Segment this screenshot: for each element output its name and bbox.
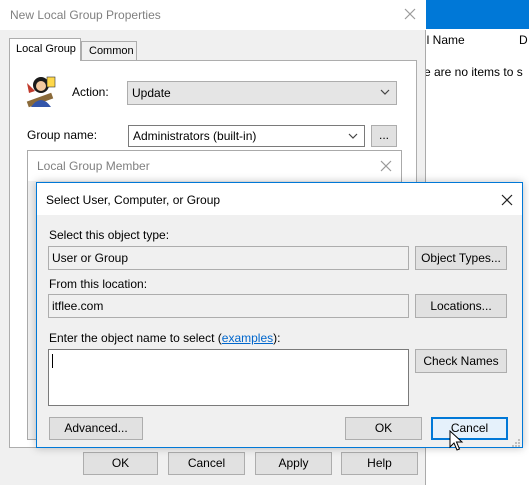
chevron-down-icon [380,89,390,95]
mouse-pointer-icon [449,429,465,452]
group-name-combobox[interactable]: Administrators (built-in) [128,125,365,147]
action-value: Update [132,86,171,100]
group-policy-item-icon [21,71,61,111]
select-user-dialog: Select User, Computer, or Group Select t… [36,182,523,448]
object-name-label: Enter the object name to select (example… [49,331,280,345]
location-label: From this location: [49,277,148,291]
dialog-title: New Local Group Properties [10,8,161,22]
resize-grip-icon[interactable] [511,437,521,447]
object-type-field: User or Group [48,246,409,270]
object-type-label: Select this object type: [49,228,170,242]
action-label: Action: [72,85,109,99]
column-header-d[interactable]: D [519,33,528,47]
locations-button[interactable]: Locations... [415,294,507,318]
object-name-label-prefix: Enter the object name to select ( [49,331,222,345]
close-icon[interactable] [378,158,394,174]
object-type-value: User or Group [52,251,129,265]
tab-local-group[interactable]: Local Group [9,38,81,61]
select-dialog-title: Select User, Computer, or Group [46,193,221,207]
member-titlebar: Local Group Member [28,151,401,181]
apply-button[interactable]: Apply [255,452,332,475]
help-button[interactable]: Help [341,452,418,475]
action-dropdown[interactable]: Update [127,81,397,105]
object-types-button[interactable]: Object Types... [415,246,507,270]
text-cursor [52,354,53,368]
object-name-label-suffix: ): [273,331,281,345]
group-name-value: Administrators (built-in) [133,129,257,143]
column-header-name[interactable]: ll Name [424,33,465,47]
member-dialog-title: Local Group Member [37,159,150,173]
group-name-label: Group name: [27,128,98,142]
background-window-header-bar [424,0,529,29]
examples-link[interactable]: examples [222,331,273,345]
browse-button[interactable]: ... [371,125,397,147]
object-name-input[interactable] [48,349,409,406]
location-field: itflee.com [48,294,409,318]
tab-label: Local Group [16,43,76,55]
ok-button[interactable]: OK [345,417,422,440]
tab-label: Common [89,45,134,57]
location-value: itflee.com [52,299,104,313]
check-names-button[interactable]: Check Names [415,349,507,373]
select-titlebar: Select User, Computer, or Group [37,183,522,215]
ok-button[interactable]: OK [83,452,158,475]
group-properties-titlebar: New Local Group Properties [0,0,426,30]
advanced-button[interactable]: Advanced... [49,417,143,440]
empty-list-message: e are no items to s [424,65,523,79]
chevron-down-icon [348,133,358,139]
tab-common[interactable]: Common [81,41,137,61]
cancel-button[interactable]: Cancel [168,452,245,475]
close-icon[interactable] [499,192,515,208]
cancel-button[interactable]: Cancel [431,417,508,440]
close-icon[interactable] [402,6,418,22]
